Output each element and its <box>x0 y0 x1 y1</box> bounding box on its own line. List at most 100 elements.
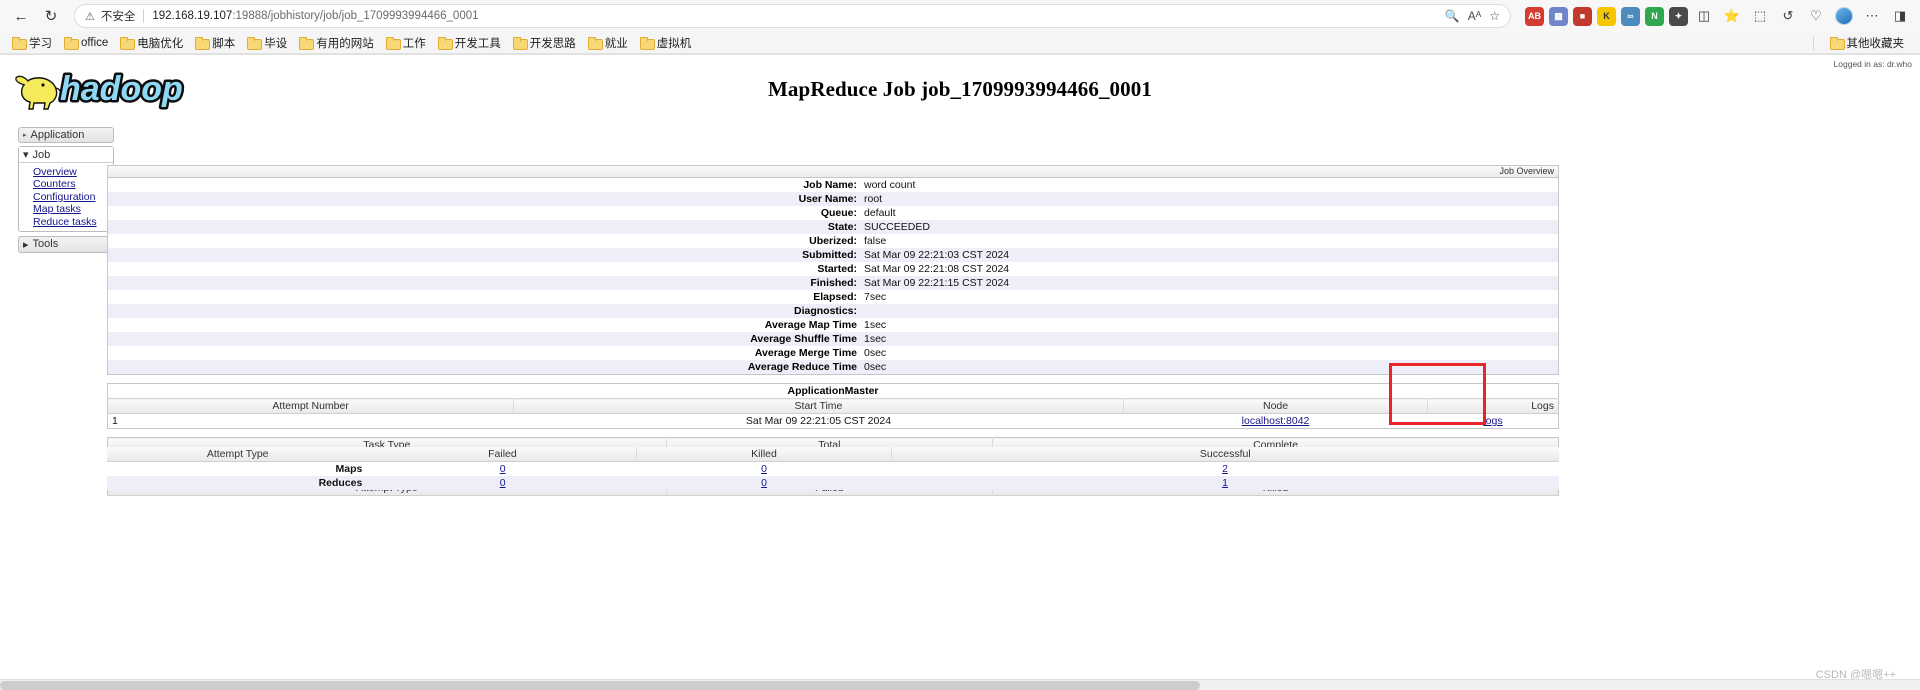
field-label: Queue: <box>108 206 862 220</box>
bookmark-item[interactable]: 脚本 <box>189 34 241 52</box>
sidebar-item-counters[interactable]: Counters <box>33 178 113 190</box>
chevron-down-icon: ▾ <box>23 148 29 161</box>
column-header-attempt-type: Attempt Type <box>107 447 368 462</box>
field-label: Average Merge Time <box>108 346 862 360</box>
logs-link[interactable]: logs <box>1483 415 1502 427</box>
maps-failed-link[interactable]: 0 <box>500 463 506 475</box>
table-row: Average Shuffle Time1sec <box>108 332 1558 346</box>
sidebar-item-label: Job <box>33 149 51 161</box>
bookmark-item[interactable]: 就业 <box>582 34 634 52</box>
url-text: 192.168.19.107:19888/jobhistory/job/job_… <box>152 10 478 22</box>
zoom-icon[interactable]: 🔍 <box>1445 9 1460 23</box>
table-row: Average Merge Time0sec <box>108 346 1558 360</box>
reload-button[interactable]: ↻ <box>38 3 64 29</box>
table-row: State:SUCCEEDED <box>108 220 1558 234</box>
reduces-failed-link[interactable]: 0 <box>500 477 506 489</box>
extensions-strip: AB ▦ ■ K ∞ N ✦ <box>1521 7 1688 26</box>
back-button[interactable]: ← <box>8 3 34 29</box>
bookmarks-bar: 学习 office 电脑优化 脚本 毕设 有用的网站 工作 开发工具 开发思路 … <box>0 32 1920 54</box>
sidebar-section-tools[interactable]: ▸ Tools <box>18 236 114 253</box>
folder-icon <box>588 37 601 48</box>
node-link[interactable]: localhost:8042 <box>1242 415 1310 427</box>
folder-icon <box>247 37 260 48</box>
field-label: Uberized: <box>108 234 862 248</box>
browser-essentials-icon[interactable]: ♡ <box>1804 4 1828 28</box>
page-body: Logged in as: dr.who hadoop hadoop MapRe… <box>0 54 1920 690</box>
history-icon[interactable]: ↺ <box>1776 4 1800 28</box>
logged-in-label: Logged in as: dr.who <box>1834 59 1912 69</box>
column-header-successful: Successful <box>891 447 1559 462</box>
sidebar-toggle-icon[interactable]: ◨ <box>1888 4 1912 28</box>
application-master-header-row: Attempt Number Start Time Node Logs <box>108 399 1559 414</box>
reduces-killed-link[interactable]: 0 <box>761 477 767 489</box>
maps-killed-link[interactable]: 0 <box>761 463 767 475</box>
field-label: Diagnostics: <box>108 304 862 318</box>
link-extension-icon[interactable]: ∞ <box>1621 7 1640 26</box>
bookmark-item[interactable]: 有用的网站 <box>293 34 380 52</box>
cell-attempt-type: Reduces <box>107 476 368 490</box>
cell-successful: 1 <box>891 476 1559 490</box>
horizontal-scrollbar[interactable] <box>0 679 1920 690</box>
field-value: SUCCEEDED <box>862 220 1558 234</box>
cell-killed: 0 <box>637 476 891 490</box>
bookmark-item[interactable]: 电脑优化 <box>114 34 189 52</box>
url-host: 192.168.19.107 <box>152 10 232 22</box>
green-extension-icon[interactable]: N <box>1645 7 1664 26</box>
bookmark-item[interactable]: 工作 <box>380 34 432 52</box>
bookmark-label: 就业 <box>605 35 628 51</box>
folder-icon <box>12 37 25 48</box>
table-row: Job Name:word count <box>108 178 1558 192</box>
table-row: Elapsed:7sec <box>108 290 1558 304</box>
column-header-logs: Logs <box>1428 399 1559 414</box>
field-label: Submitted: <box>108 248 862 262</box>
more-options-icon[interactable]: ⋯ <box>1860 4 1884 28</box>
split-screen-icon[interactable]: ◫ <box>1692 4 1716 28</box>
field-value: 7sec <box>862 290 1558 304</box>
field-value: Sat Mar 09 22:21:03 CST 2024 <box>862 248 1558 262</box>
bookmark-item[interactable]: 毕设 <box>241 34 293 52</box>
sidebar-item-configuration[interactable]: Configuration <box>33 191 113 203</box>
grid-extension-icon[interactable]: ▦ <box>1549 7 1568 26</box>
omnibox-divider <box>143 9 144 23</box>
bookmark-item[interactable]: 开发思路 <box>507 34 582 52</box>
table-row: Maps 0 0 2 <box>107 462 1559 477</box>
profile-avatar[interactable] <box>1832 4 1856 28</box>
other-bookmarks-folder[interactable]: 其他收藏夹 <box>1824 34 1911 52</box>
bookmark-item[interactable]: 开发工具 <box>432 34 507 52</box>
puzzle-extension-icon[interactable]: ✦ <box>1669 7 1688 26</box>
field-value: root <box>862 192 1558 206</box>
sidebar-item-overview[interactable]: Overview <box>33 166 113 178</box>
cell-killed: 0 <box>637 462 891 477</box>
yellow-extension-icon[interactable]: K <box>1597 7 1616 26</box>
bookmark-item[interactable]: 学习 <box>6 34 58 52</box>
horizontal-scrollbar-thumb[interactable] <box>0 681 1200 690</box>
field-value: 0sec <box>862 346 1558 360</box>
favorites-icon[interactable]: ⬚ <box>1748 4 1772 28</box>
application-master-table: ApplicationMaster Attempt Number Start T… <box>107 383 1559 429</box>
table-row: Reduces 0 0 1 <box>107 476 1559 490</box>
sidebar-section-job-header[interactable]: ▾ Job <box>19 147 113 163</box>
red-square-extension-icon[interactable]: ■ <box>1573 7 1592 26</box>
table-row: Started:Sat Mar 09 22:21:08 CST 2024 <box>108 262 1558 276</box>
collections-icon[interactable]: ⭐ <box>1720 4 1744 28</box>
sidebar-section-application[interactable]: ▸ Application <box>18 127 114 143</box>
bookmark-item[interactable]: 虚拟机 <box>634 34 698 52</box>
reduces-successful-link[interactable]: 1 <box>1222 477 1228 489</box>
folder-icon <box>438 37 451 48</box>
bookmark-label: 脚本 <box>212 35 235 51</box>
cell-logs: logs <box>1428 414 1559 429</box>
table-row: Average Map Time1sec <box>108 318 1558 332</box>
field-label: Finished: <box>108 276 862 290</box>
table-row: Uberized:false <box>108 234 1558 248</box>
add-favorite-icon[interactable]: ☆ <box>1489 9 1500 23</box>
adblock-extension-icon[interactable]: AB <box>1525 7 1544 26</box>
attempt-summary-header-row-visible: Attempt Type Failed Killed Successful <box>107 447 1559 462</box>
field-label: User Name: <box>108 192 862 206</box>
attempt-summary-table: Attempt Type Failed Killed Successful Ma… <box>107 447 1559 490</box>
address-bar[interactable]: ⚠ 不安全 192.168.19.107:19888/jobhistory/jo… <box>74 4 1511 28</box>
maps-successful-link[interactable]: 2 <box>1222 463 1228 475</box>
bookmark-item[interactable]: office <box>58 36 114 50</box>
sidebar-item-reduce-tasks[interactable]: Reduce tasks <box>33 216 113 228</box>
read-aloud-icon[interactable]: Aᴬ <box>1468 9 1481 23</box>
sidebar-item-map-tasks[interactable]: Map tasks <box>33 203 113 215</box>
